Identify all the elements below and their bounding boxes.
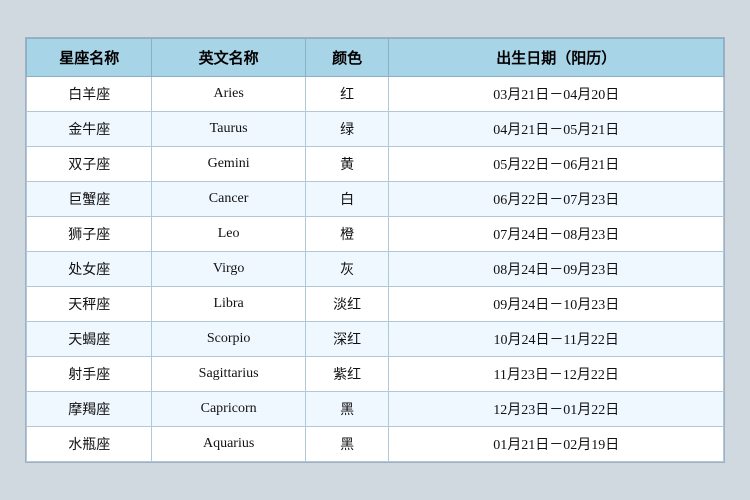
cell-chinese: 摩羯座 [27,392,152,427]
table-row: 天秤座Libra淡红09月24日－10月23日 [27,287,724,322]
table-row: 双子座Gemini黄05月22日－06月21日 [27,147,724,182]
cell-chinese: 天蝎座 [27,322,152,357]
cell-english: Virgo [152,252,305,287]
cell-color: 淡红 [305,287,389,322]
cell-english: Cancer [152,182,305,217]
table-row: 天蝎座Scorpio深红10月24日－11月22日 [27,322,724,357]
cell-chinese: 双子座 [27,147,152,182]
cell-date: 07月24日－08月23日 [389,217,724,252]
table-header-row: 星座名称 英文名称 颜色 出生日期（阳历） [27,39,724,77]
zodiac-table-container: 星座名称 英文名称 颜色 出生日期（阳历） 白羊座Aries红03月21日－04… [25,37,725,463]
cell-date: 05月22日－06月21日 [389,147,724,182]
cell-english: Libra [152,287,305,322]
table-row: 白羊座Aries红03月21日－04月20日 [27,77,724,112]
zodiac-table: 星座名称 英文名称 颜色 出生日期（阳历） 白羊座Aries红03月21日－04… [26,38,724,462]
cell-color: 绿 [305,112,389,147]
cell-date: 12月23日－01月22日 [389,392,724,427]
table-row: 金牛座Taurus绿04月21日－05月21日 [27,112,724,147]
table-row: 巨蟹座Cancer白06月22日－07月23日 [27,182,724,217]
cell-chinese: 狮子座 [27,217,152,252]
cell-date: 01月21日－02月19日 [389,427,724,462]
cell-color: 橙 [305,217,389,252]
cell-date: 11月23日－12月22日 [389,357,724,392]
cell-english: Capricorn [152,392,305,427]
cell-color: 黑 [305,392,389,427]
cell-date: 08月24日－09月23日 [389,252,724,287]
cell-color: 深红 [305,322,389,357]
table-row: 水瓶座Aquarius黑01月21日－02月19日 [27,427,724,462]
cell-color: 红 [305,77,389,112]
cell-english: Scorpio [152,322,305,357]
table-row: 处女座Virgo灰08月24日－09月23日 [27,252,724,287]
cell-english: Aquarius [152,427,305,462]
cell-color: 紫红 [305,357,389,392]
cell-chinese: 巨蟹座 [27,182,152,217]
cell-date: 04月21日－05月21日 [389,112,724,147]
cell-english: Gemini [152,147,305,182]
header-color: 颜色 [305,39,389,77]
cell-english: Aries [152,77,305,112]
cell-chinese: 天秤座 [27,287,152,322]
cell-color: 黄 [305,147,389,182]
cell-english: Sagittarius [152,357,305,392]
cell-date: 03月21日－04月20日 [389,77,724,112]
cell-english: Leo [152,217,305,252]
cell-chinese: 白羊座 [27,77,152,112]
table-row: 狮子座Leo橙07月24日－08月23日 [27,217,724,252]
cell-date: 06月22日－07月23日 [389,182,724,217]
cell-chinese: 处女座 [27,252,152,287]
table-row: 摩羯座Capricorn黑12月23日－01月22日 [27,392,724,427]
cell-color: 白 [305,182,389,217]
cell-chinese: 金牛座 [27,112,152,147]
cell-chinese: 水瓶座 [27,427,152,462]
cell-date: 09月24日－10月23日 [389,287,724,322]
cell-color: 灰 [305,252,389,287]
cell-english: Taurus [152,112,305,147]
cell-chinese: 射手座 [27,357,152,392]
header-date: 出生日期（阳历） [389,39,724,77]
table-row: 射手座Sagittarius紫红11月23日－12月22日 [27,357,724,392]
cell-color: 黑 [305,427,389,462]
header-english: 英文名称 [152,39,305,77]
header-chinese: 星座名称 [27,39,152,77]
cell-date: 10月24日－11月22日 [389,322,724,357]
